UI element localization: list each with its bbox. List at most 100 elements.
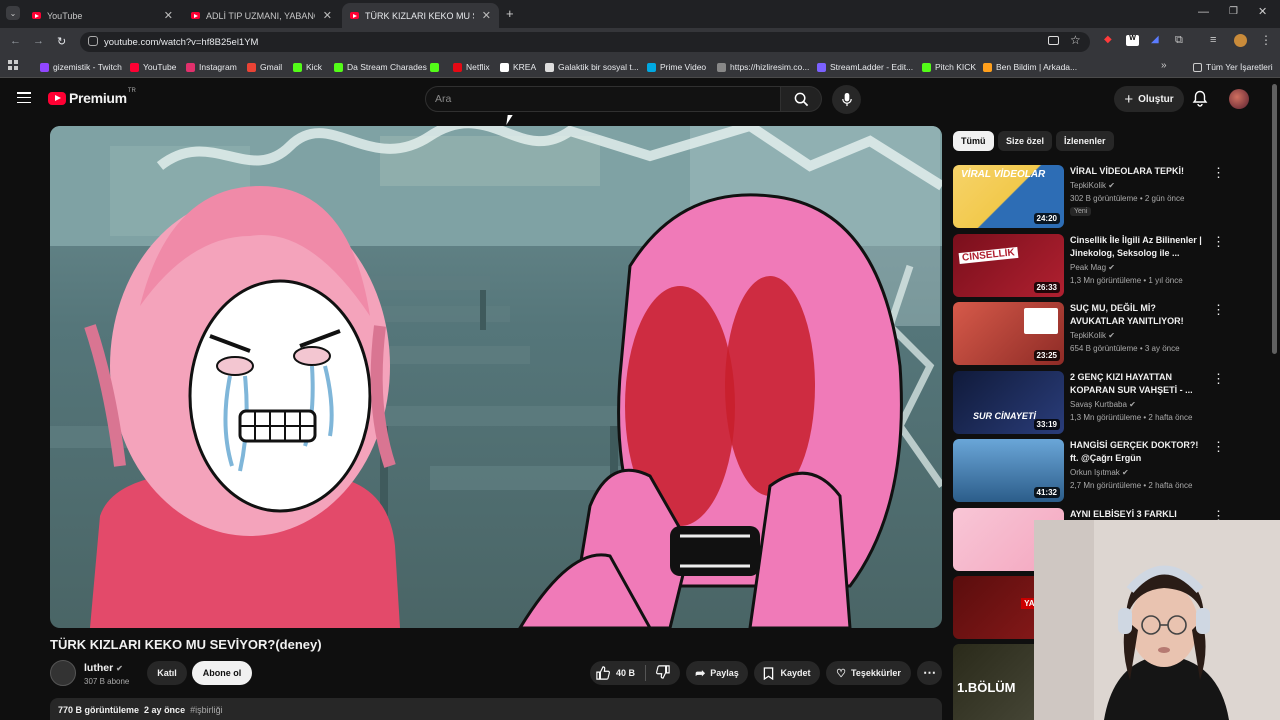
- channel-name[interactable]: luther ✔: [84, 662, 123, 674]
- bookmark-save-icon: [764, 666, 774, 680]
- voice-search-button[interactable]: [832, 85, 861, 114]
- extension-w-icon[interactable]: W: [1126, 35, 1139, 46]
- sidebar-thumbnail-4[interactable]: SUR CİNAYETİ 33:19: [953, 371, 1064, 434]
- sidebar-video-title-1[interactable]: VİRAL VİDEOLARA TEPKİ!: [1070, 165, 1206, 178]
- bookmark-instagram[interactable]: Instagram: [186, 60, 237, 74]
- bookmark-ben-bildim[interactable]: Ben Bildim | Arkada...: [983, 60, 1077, 74]
- bookmark-kick[interactable]: Kick: [293, 60, 322, 74]
- close-tab-icon[interactable]: ✕: [323, 9, 332, 22]
- create-button[interactable]: + Oluştur: [1114, 86, 1184, 112]
- more-actions-button[interactable]: ⋯: [917, 661, 942, 685]
- search-icon: [794, 92, 808, 106]
- site-info-icon[interactable]: [88, 36, 98, 46]
- close-tab-icon[interactable]: ✕: [164, 9, 173, 22]
- bookmark-hizliresim[interactable]: https://hizliresim.co...: [717, 60, 809, 74]
- youtube-favicon-icon: [32, 12, 41, 19]
- extensions-puzzle-icon[interactable]: ⧉: [1175, 34, 1183, 47]
- bookmark-krea[interactable]: KREA: [500, 60, 536, 74]
- bookmark-youtube[interactable]: YouTube: [130, 60, 176, 74]
- tab-youtube[interactable]: YouTube ✕: [24, 3, 181, 28]
- apps-grid-icon[interactable]: [8, 60, 18, 70]
- tab-search-button[interactable]: ⌄: [6, 6, 20, 20]
- bookmark-stream-charades[interactable]: Da Stream Charades: [334, 60, 427, 74]
- sidebar-channel-1[interactable]: TepkiKolik ✔: [1070, 179, 1115, 192]
- reload-icon[interactable]: ↻: [57, 35, 66, 48]
- verified-icon: ✔: [1129, 400, 1136, 409]
- sidebar-video-title-3[interactable]: SUÇ MU, DEĞİL Mİ? AVUKATLAR YANITLIYOR!: [1070, 302, 1206, 328]
- sidebar-more-icon[interactable]: ⋮: [1212, 439, 1225, 455]
- close-tab-icon[interactable]: ✕: [482, 9, 491, 22]
- chip-all[interactable]: Tümü: [953, 131, 994, 151]
- sidebar-thumbnail-5[interactable]: 41:32: [953, 439, 1064, 502]
- close-window-icon[interactable]: ✕: [1258, 5, 1267, 18]
- youtube-premium-logo[interactable]: Premium TR: [48, 88, 136, 106]
- chip-watched[interactable]: İzlenenler: [1056, 131, 1114, 151]
- sidebar-video-title-4[interactable]: 2 GENÇ KIZI HAYATTAN KOPARAN SUR VAHŞETİ…: [1070, 371, 1206, 397]
- bookmark-star-icon[interactable]: ☆: [1070, 33, 1081, 47]
- sidebar-thumbnail-1[interactable]: VİRAL VİDEOLAR 24:20: [953, 165, 1064, 228]
- gmail-icon: [247, 62, 256, 72]
- bookmark-netflix[interactable]: Netflix: [453, 60, 490, 74]
- dislike-button[interactable]: [656, 665, 670, 681]
- subscribe-button[interactable]: Abone ol: [192, 661, 252, 685]
- install-app-icon[interactable]: [1048, 36, 1059, 45]
- bookmark-prime-video[interactable]: Prime Video: [647, 60, 706, 74]
- save-button[interactable]: Kaydet: [754, 661, 820, 685]
- folder-icon: [1193, 62, 1202, 72]
- share-button[interactable]: ➦ Paylaş: [686, 661, 748, 685]
- bookmark-gmail[interactable]: Gmail: [247, 60, 282, 74]
- krea-icon: [500, 62, 509, 72]
- account-avatar[interactable]: [1229, 89, 1249, 109]
- channel-avatar[interactable]: [50, 660, 76, 686]
- minimize-icon[interactable]: —: [1198, 6, 1209, 18]
- like-divider: [645, 665, 647, 681]
- thumbnail-caption-card: [1024, 308, 1058, 334]
- description-box[interactable]: 770 B görüntüleme 2 ay önce #işbirliği: [50, 698, 942, 720]
- all-bookmarks-folder[interactable]: Tüm Yer İşaretleri: [1193, 60, 1273, 74]
- sidebar-thumbnail-3[interactable]: 23:25: [953, 302, 1064, 365]
- restore-icon[interactable]: ❐: [1229, 6, 1238, 17]
- tab-turk-kizlari[interactable]: TÜRK KIZLARI KEKO MU SEVİYO ✕: [342, 3, 499, 28]
- globe-icon: [717, 62, 726, 72]
- new-tab-button[interactable]: +: [506, 6, 514, 21]
- like-button[interactable]: 40 B: [596, 666, 635, 680]
- sidebar-thumbnail-2[interactable]: CİNSELLİK 26:33: [953, 234, 1064, 297]
- sidebar-channel-5[interactable]: Orkun Işıtmak ✔: [1070, 466, 1129, 479]
- bookmark-streamladder[interactable]: StreamLadder - Edit...: [817, 60, 913, 74]
- sidebar-video-title-2[interactable]: Cinsellik İle İlgili Az Bilinenler | Jin…: [1070, 234, 1206, 260]
- media-controls-icon[interactable]: ≡: [1210, 34, 1216, 46]
- verified-icon: ✔: [1108, 331, 1115, 340]
- page-scrollbar[interactable]: [1272, 84, 1277, 354]
- sidebar-channel-3[interactable]: TepkiKolik ✔: [1070, 329, 1115, 342]
- address-bar[interactable]: youtube.com/watch?v=hf8B25el1YM: [80, 32, 1090, 52]
- extension-blue-icon[interactable]: ◢: [1151, 34, 1159, 45]
- sidebar-channel-2[interactable]: Peak Mag ✔: [1070, 261, 1115, 274]
- sidebar-more-icon[interactable]: ⋮: [1212, 302, 1225, 318]
- bookmark-pitch-kick[interactable]: Pitch KICK: [922, 60, 976, 74]
- bookmark-kick-2[interactable]: [430, 60, 443, 74]
- bookmark-twitch[interactable]: gizemistik - Twitch: [40, 60, 122, 74]
- sidebar-channel-4[interactable]: Savaş Kurtbaba ✔: [1070, 398, 1136, 411]
- menu-hamburger-icon[interactable]: [17, 92, 31, 104]
- search-input[interactable]: Ara: [425, 86, 781, 112]
- more-bookmarks-icon[interactable]: »: [1161, 60, 1167, 71]
- extension-red-icon[interactable]: ◆: [1104, 34, 1112, 45]
- bookmark-galaktik[interactable]: Galaktik bir sosyal t...: [545, 60, 639, 74]
- join-button[interactable]: Katıl: [147, 661, 187, 685]
- chip-for-you[interactable]: Size özel: [998, 131, 1053, 151]
- new-badge: Yeni: [1070, 207, 1092, 216]
- sidebar-more-icon[interactable]: ⋮: [1212, 371, 1225, 387]
- sidebar-meta-5: 2,7 Mn görüntüleme • 2 hafta önce: [1070, 481, 1193, 490]
- sidebar-more-icon[interactable]: ⋮: [1212, 165, 1225, 181]
- profile-avatar-icon[interactable]: [1234, 34, 1247, 47]
- back-icon[interactable]: ←: [10, 35, 21, 47]
- browser-menu-icon[interactable]: ⋮: [1260, 33, 1272, 47]
- video-player[interactable]: [50, 126, 942, 628]
- forward-icon[interactable]: →: [33, 35, 44, 47]
- sidebar-video-title-5[interactable]: HANGİSİ GERÇEK DOKTOR?! ft. @Çağrı Ergün: [1070, 439, 1206, 465]
- search-button[interactable]: [781, 86, 822, 112]
- notifications-button[interactable]: [1192, 90, 1208, 110]
- tab-adli-tip[interactable]: ADLİ TIP UZMANI, YABANCI DE ✕: [183, 3, 340, 28]
- thanks-button[interactable]: ♡ Teşekkürler: [826, 661, 911, 685]
- sidebar-more-icon[interactable]: ⋮: [1212, 234, 1225, 250]
